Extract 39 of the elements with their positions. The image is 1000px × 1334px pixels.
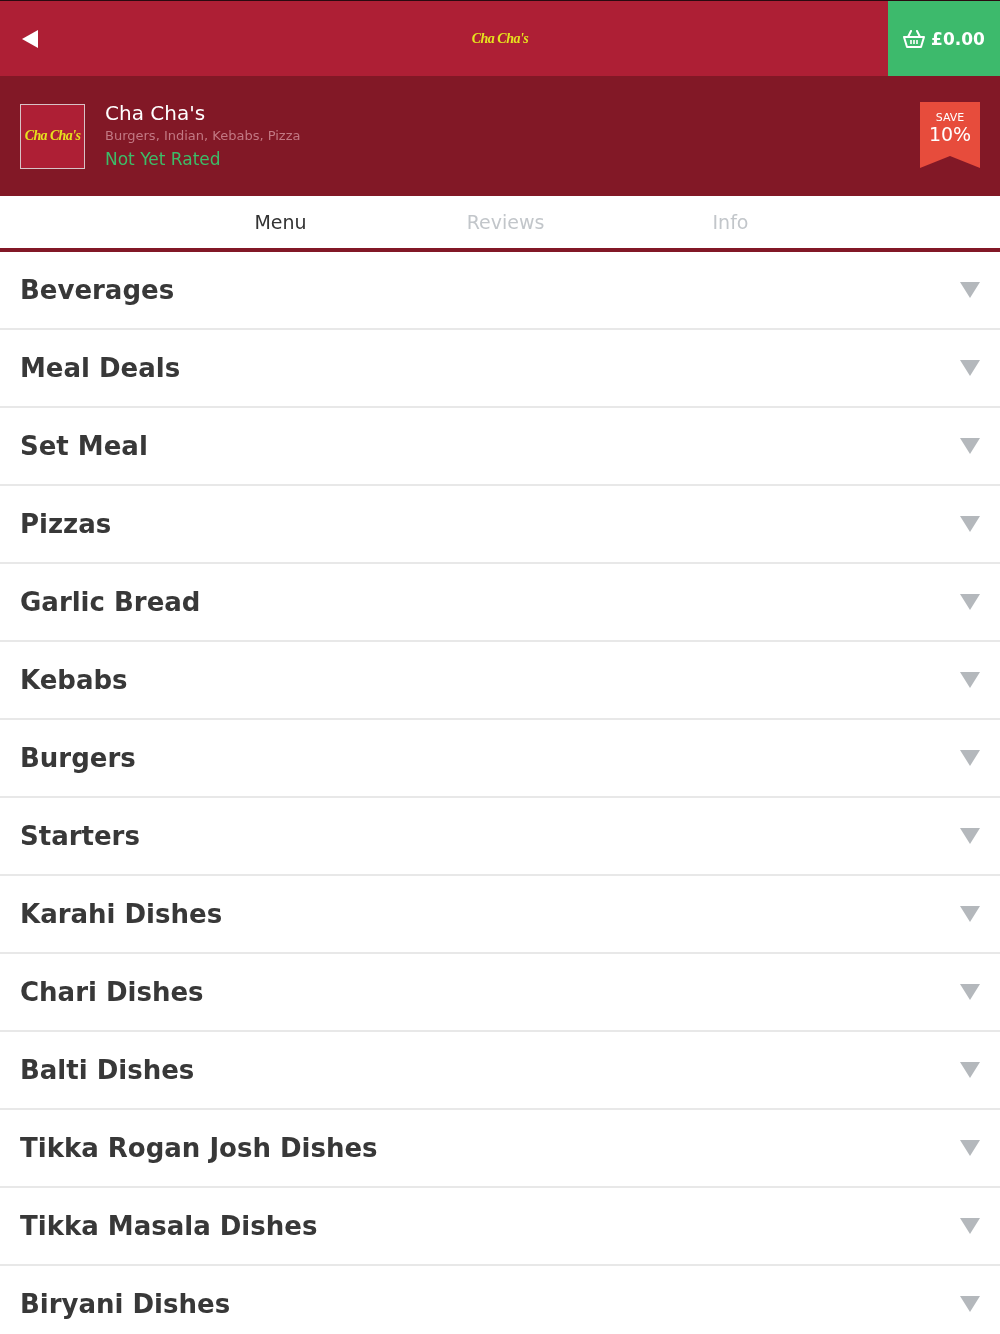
category-row[interactable]: Karahi Dishes	[0, 876, 1000, 954]
restaurant-logo-text: Cha Cha's	[471, 30, 529, 47]
category-name: Set Meal	[20, 431, 148, 461]
category-row[interactable]: Beverages	[0, 252, 1000, 330]
back-button[interactable]	[22, 29, 38, 48]
tab[interactable]: Menu	[168, 196, 393, 248]
category-name: Burgers	[20, 743, 136, 773]
category-row[interactable]: Pizzas	[0, 486, 1000, 564]
category-name: Meal Deals	[20, 353, 181, 383]
category-name: Balti Dishes	[20, 1055, 195, 1085]
category-row[interactable]: Starters	[0, 798, 1000, 876]
category-row[interactable]: Kebabs	[0, 642, 1000, 720]
category-row[interactable]: Burgers	[0, 720, 1000, 798]
category-name: Beverages	[20, 275, 175, 305]
category-name: Biryani Dishes	[20, 1289, 231, 1319]
badge-label: SAVE	[935, 111, 965, 124]
rating-text: Not Yet Rated	[105, 148, 221, 171]
category-name: Tikka Masala Dishes	[20, 1211, 318, 1241]
category-row[interactable]: Chari Dishes	[0, 954, 1000, 1032]
logo-text: Cha Cha's	[24, 128, 81, 144]
category-name: Garlic Bread	[20, 587, 201, 617]
cuisine-list: Burgers, Indian, Kebabs, Pizza	[105, 126, 301, 146]
back-arrow-icon	[22, 29, 38, 48]
category-row[interactable]: Tikka Masala Dishes	[0, 1188, 1000, 1266]
category-name: Tikka Rogan Josh Dishes	[20, 1133, 378, 1163]
category-name: Kebabs	[20, 665, 128, 695]
category-row[interactable]: Tikka Rogan Josh Dishes	[0, 1110, 1000, 1188]
category-name: Starters	[20, 821, 140, 851]
category-row[interactable]: Garlic Bread	[0, 564, 1000, 642]
badge-value: 10%	[928, 124, 972, 144]
category-row[interactable]: Balti Dishes	[0, 1032, 1000, 1110]
category-name: Pizzas	[20, 509, 112, 539]
category-name: Chari Dishes	[20, 977, 204, 1007]
category-row[interactable]: Biryani Dishes	[0, 1266, 1000, 1334]
category-row[interactable]: Set Meal	[0, 408, 1000, 486]
category-row[interactable]: Meal Deals	[0, 330, 1000, 408]
category-name: Karahi Dishes	[20, 899, 223, 929]
restaurant-name: Cha Cha's	[105, 100, 206, 126]
basket-icon	[903, 29, 926, 48]
